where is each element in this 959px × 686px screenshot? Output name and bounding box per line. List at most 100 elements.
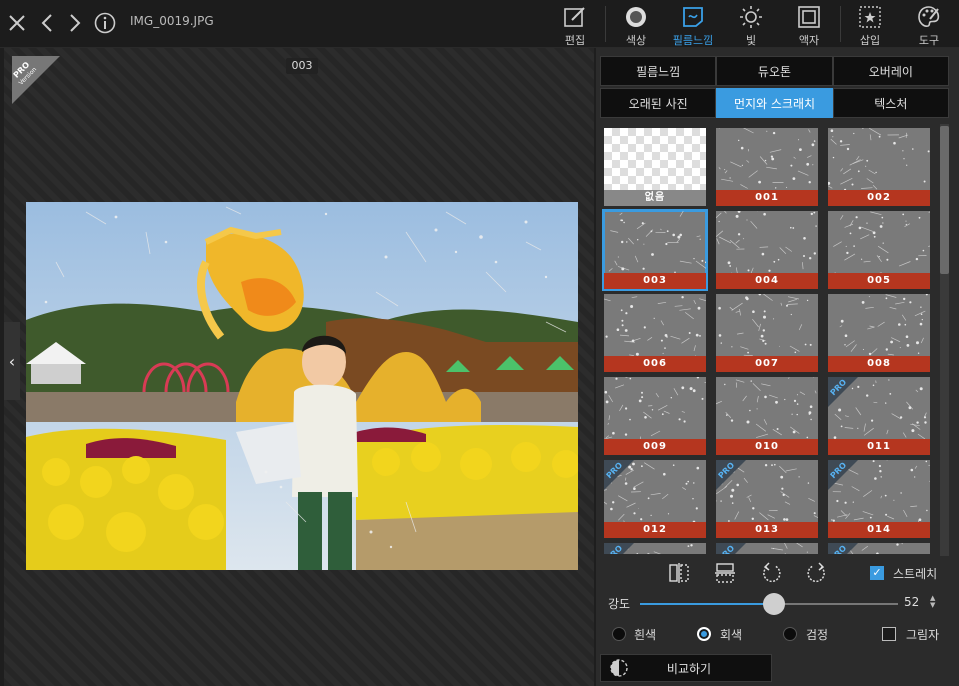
- radio-gray[interactable]: [697, 627, 711, 641]
- flip-vertical-icon[interactable]: [712, 560, 738, 586]
- effect-thumb[interactable]: 001: [716, 128, 818, 206]
- shadow-checkbox[interactable]: [882, 627, 896, 641]
- tab-dust-scratch[interactable]: 먼지와 스크래치: [716, 88, 833, 118]
- radio-white-label: 흰색: [634, 628, 657, 642]
- edit-icon: [562, 4, 588, 30]
- effect-thumb[interactable]: 004: [716, 211, 818, 289]
- radio-black-label: 검정: [806, 628, 829, 642]
- texture-preview: [828, 294, 930, 356]
- tab-texture[interactable]: 텍스처: [832, 88, 949, 118]
- texture-preview: [828, 128, 930, 191]
- tab-old-photo[interactable]: 오래된 사진: [600, 88, 717, 118]
- collapse-left-arrow-icon[interactable]: ‹: [4, 322, 20, 400]
- image-canvas[interactable]: PRO Version 003 ‹: [4, 48, 594, 686]
- effect-thumb[interactable]: 006: [604, 294, 706, 372]
- close-icon[interactable]: [4, 10, 30, 36]
- flip-horizontal-icon[interactable]: [666, 560, 692, 586]
- palette-icon: [916, 4, 942, 30]
- previous-arrow-icon[interactable]: [34, 10, 60, 36]
- effect-thumb[interactable]: 008: [828, 294, 930, 372]
- effect-thumb[interactable]: 009: [604, 377, 706, 455]
- effect-thumb[interactable]: PRO 012: [604, 460, 706, 538]
- info-icon[interactable]: [92, 10, 118, 36]
- sun-icon: [738, 4, 764, 30]
- pro-badge-icon: PRO: [828, 377, 858, 407]
- film-icon: [680, 4, 706, 30]
- effect-thumb[interactable]: PRO 013: [716, 460, 818, 538]
- frame-icon: [796, 4, 822, 30]
- tool-film[interactable]: 필름느낌: [667, 0, 719, 48]
- effect-thumb-label: 009: [604, 439, 706, 455]
- effect-thumb[interactable]: PRO 011: [828, 377, 930, 455]
- rotate-left-icon[interactable]: [758, 560, 784, 586]
- divider: [605, 6, 606, 42]
- next-arrow-icon[interactable]: [62, 10, 88, 36]
- pro-badge-icon: PRO: [716, 460, 746, 490]
- tool-light-label: 빛: [745, 34, 757, 47]
- strength-slider-fill: [640, 603, 775, 605]
- file-name: IMG_0019.JPG: [130, 14, 214, 28]
- effect-thumb[interactable]: 003: [602, 209, 708, 291]
- tab-row-2: 오래된 사진 먼지와 스크래치 텍스처: [600, 88, 949, 118]
- effect-thumb[interactable]: 005: [828, 211, 930, 289]
- pro-version-badge: PRO Version: [12, 56, 60, 104]
- effect-thumb[interactable]: PRO: [828, 543, 930, 554]
- texture-preview: [716, 377, 818, 439]
- tab-duotone[interactable]: 듀오톤: [716, 56, 833, 86]
- effect-thumb-label: 011: [828, 439, 930, 455]
- tool-edit-label: 편집: [564, 34, 586, 47]
- scrollbar-thumb[interactable]: [940, 126, 949, 274]
- stretch-checkbox[interactable]: ✓: [870, 566, 884, 580]
- effect-thumb[interactable]: 007: [716, 294, 818, 372]
- shadow-label: 그림자: [906, 628, 940, 642]
- thumbnail-scrollbar[interactable]: [940, 124, 949, 556]
- tab-overlay[interactable]: 오버레이: [832, 56, 949, 86]
- tool-film-label: 필름느낌: [672, 34, 714, 47]
- effect-thumb-label: 006: [604, 356, 706, 372]
- radio-black[interactable]: [783, 627, 797, 641]
- pro-badge-icon: PRO: [828, 460, 858, 490]
- texture-preview: [828, 211, 930, 278]
- effect-thumb[interactable]: PRO 014: [828, 460, 930, 538]
- radio-white[interactable]: [612, 627, 626, 641]
- color-circle-icon: [623, 4, 649, 30]
- effect-thumb-label: 007: [716, 356, 818, 372]
- texture-preview: [604, 377, 706, 442]
- tab-film-look[interactable]: 필름느낌: [600, 56, 717, 86]
- tool-color-label: 색상: [625, 34, 647, 47]
- compare-button-label: 비교하기: [666, 661, 712, 676]
- effect-thumb-label: 없음: [604, 190, 706, 206]
- compare-icon: [601, 658, 637, 678]
- tab-row-1: 필름느낌 듀오톤 오버레이: [600, 56, 949, 86]
- tool-color[interactable]: 색상: [610, 0, 662, 48]
- pro-badge-icon: PRO: [828, 543, 858, 554]
- effect-thumb-label: 008: [828, 356, 930, 372]
- star-box-icon: [857, 4, 883, 30]
- effect-thumb-none[interactable]: 없음: [604, 128, 706, 206]
- tool-insert[interactable]: 삽입: [844, 0, 896, 48]
- compare-button[interactable]: 비교하기: [600, 654, 772, 682]
- strength-slider-knob[interactable]: [763, 593, 786, 615]
- tool-edit[interactable]: 편집: [549, 0, 601, 48]
- rotate-right-icon[interactable]: [804, 560, 830, 586]
- tool-tools[interactable]: 도구: [903, 0, 955, 48]
- strength-slider[interactable]: [640, 593, 898, 615]
- frame-number-label: 003: [286, 58, 318, 74]
- tool-frame-label: 액자: [798, 34, 820, 47]
- effect-thumbnail-grid: 없음 001 002 003 004 005 006 007 008 009 010 PRO 011 PR…: [600, 124, 946, 554]
- effect-thumb[interactable]: 010: [716, 377, 818, 455]
- stretch-label: 스트레치: [893, 567, 938, 581]
- effect-thumb-label: 005: [828, 273, 930, 289]
- tool-insert-label: 삽입: [859, 34, 881, 47]
- effect-thumb[interactable]: PRO: [604, 543, 706, 554]
- texture-preview: [604, 128, 706, 190]
- texture-preview: [604, 211, 706, 274]
- tool-frame[interactable]: 액자: [783, 0, 835, 48]
- effect-thumb[interactable]: 002: [828, 128, 930, 206]
- strength-stepper-icon[interactable]: ▲ ▼: [930, 595, 935, 609]
- texture-transform-tools: [666, 560, 830, 586]
- pro-badge-icon: PRO: [716, 543, 746, 554]
- effect-thumb[interactable]: PRO: [716, 543, 818, 554]
- divider: [840, 6, 841, 42]
- tool-light[interactable]: 빛: [725, 0, 777, 48]
